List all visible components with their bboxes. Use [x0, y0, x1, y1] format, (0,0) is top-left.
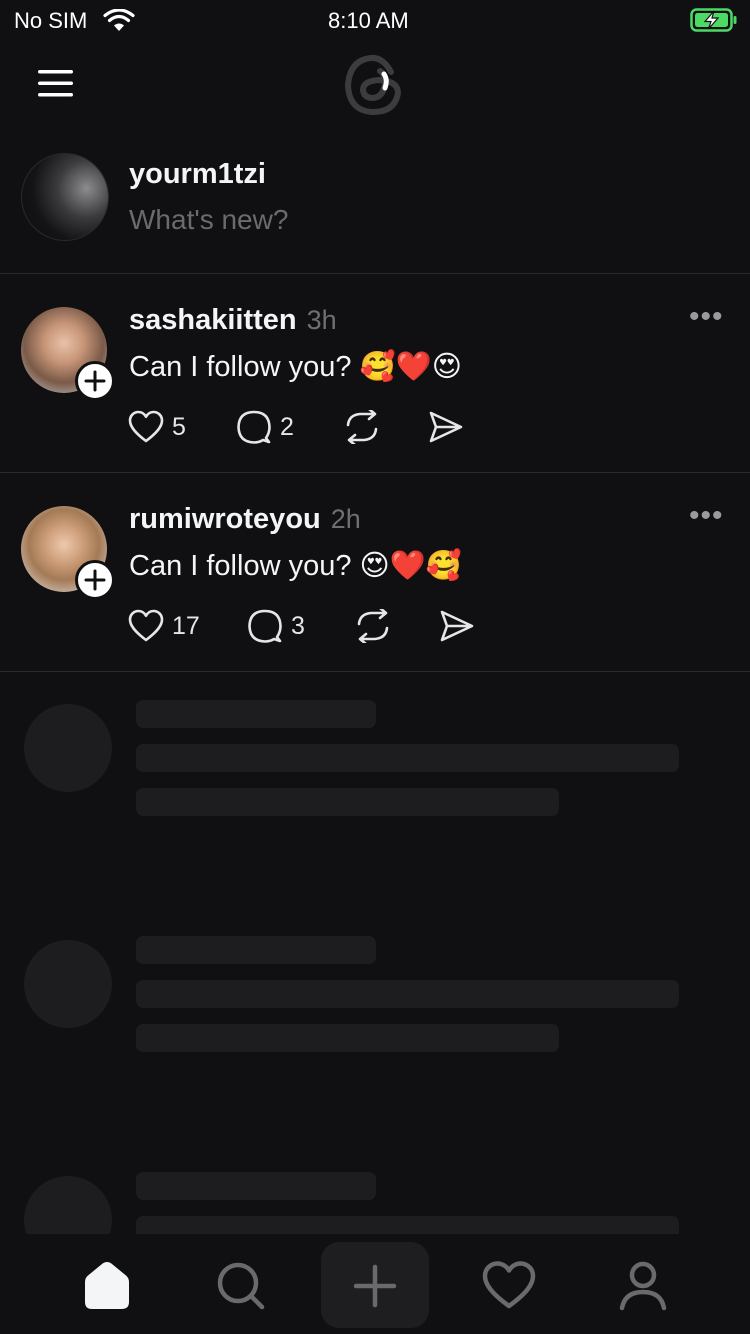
clock: 8:10 AM	[328, 8, 409, 33]
post-username[interactable]: sashakiitten	[129, 304, 297, 336]
composer-input[interactable]: What's new?	[129, 204, 288, 236]
reply-count: 2	[280, 413, 294, 441]
post-time: 2h	[330, 504, 361, 534]
skeleton-line	[136, 788, 559, 816]
reply-count: 3	[291, 612, 305, 640]
skeleton-line	[136, 1024, 559, 1052]
plus-icon	[84, 370, 106, 392]
skeleton-line	[136, 980, 679, 1008]
divider	[0, 273, 750, 274]
post-time: 3h	[306, 305, 337, 335]
skeleton-line	[136, 936, 376, 964]
follow-button[interactable]	[75, 560, 115, 600]
skeleton-line	[136, 1172, 376, 1200]
send-icon[interactable]	[439, 609, 475, 643]
comment-icon[interactable]	[247, 609, 283, 643]
like-count: 17	[172, 612, 200, 640]
post-header: sashakiitten 3h	[129, 304, 337, 337]
composer-avatar[interactable]	[21, 153, 109, 241]
profile-icon[interactable]	[615, 1258, 671, 1314]
skeleton-line	[136, 744, 679, 772]
skeleton-line	[136, 700, 376, 728]
post-text: Can I follow you? 🥰❤️😍	[129, 351, 462, 383]
post-text: Can I follow you? 😍❤️🥰	[129, 550, 462, 582]
menu-icon[interactable]	[38, 69, 74, 99]
more-icon[interactable]: •••	[689, 499, 724, 533]
repost-icon[interactable]	[344, 410, 380, 444]
heart-icon[interactable]	[128, 609, 164, 643]
more-icon[interactable]: •••	[689, 300, 724, 334]
post-header: rumiwroteyou 2h	[129, 503, 361, 536]
heart-icon[interactable]	[128, 410, 164, 444]
follow-button[interactable]	[75, 361, 115, 401]
search-icon[interactable]	[213, 1258, 269, 1314]
plus-icon	[84, 569, 106, 591]
divider	[0, 472, 750, 473]
divider	[0, 671, 750, 672]
carrier-label: No SIM	[14, 8, 88, 33]
like-count: 5	[172, 413, 186, 441]
home-icon[interactable]	[79, 1258, 135, 1314]
comment-icon[interactable]	[236, 410, 272, 444]
composer-username: yourm1tzi	[129, 158, 266, 190]
repost-icon[interactable]	[355, 609, 391, 643]
wifi-icon	[103, 9, 135, 31]
threads-logo-icon[interactable]	[343, 52, 407, 118]
skeleton-avatar	[24, 940, 112, 1028]
post-username[interactable]: rumiwroteyou	[129, 503, 321, 535]
skeleton-avatar	[24, 704, 112, 792]
activity-icon[interactable]	[481, 1258, 537, 1314]
send-icon[interactable]	[428, 410, 464, 444]
battery-charging-icon	[690, 8, 737, 32]
compose-icon[interactable]	[347, 1258, 403, 1314]
